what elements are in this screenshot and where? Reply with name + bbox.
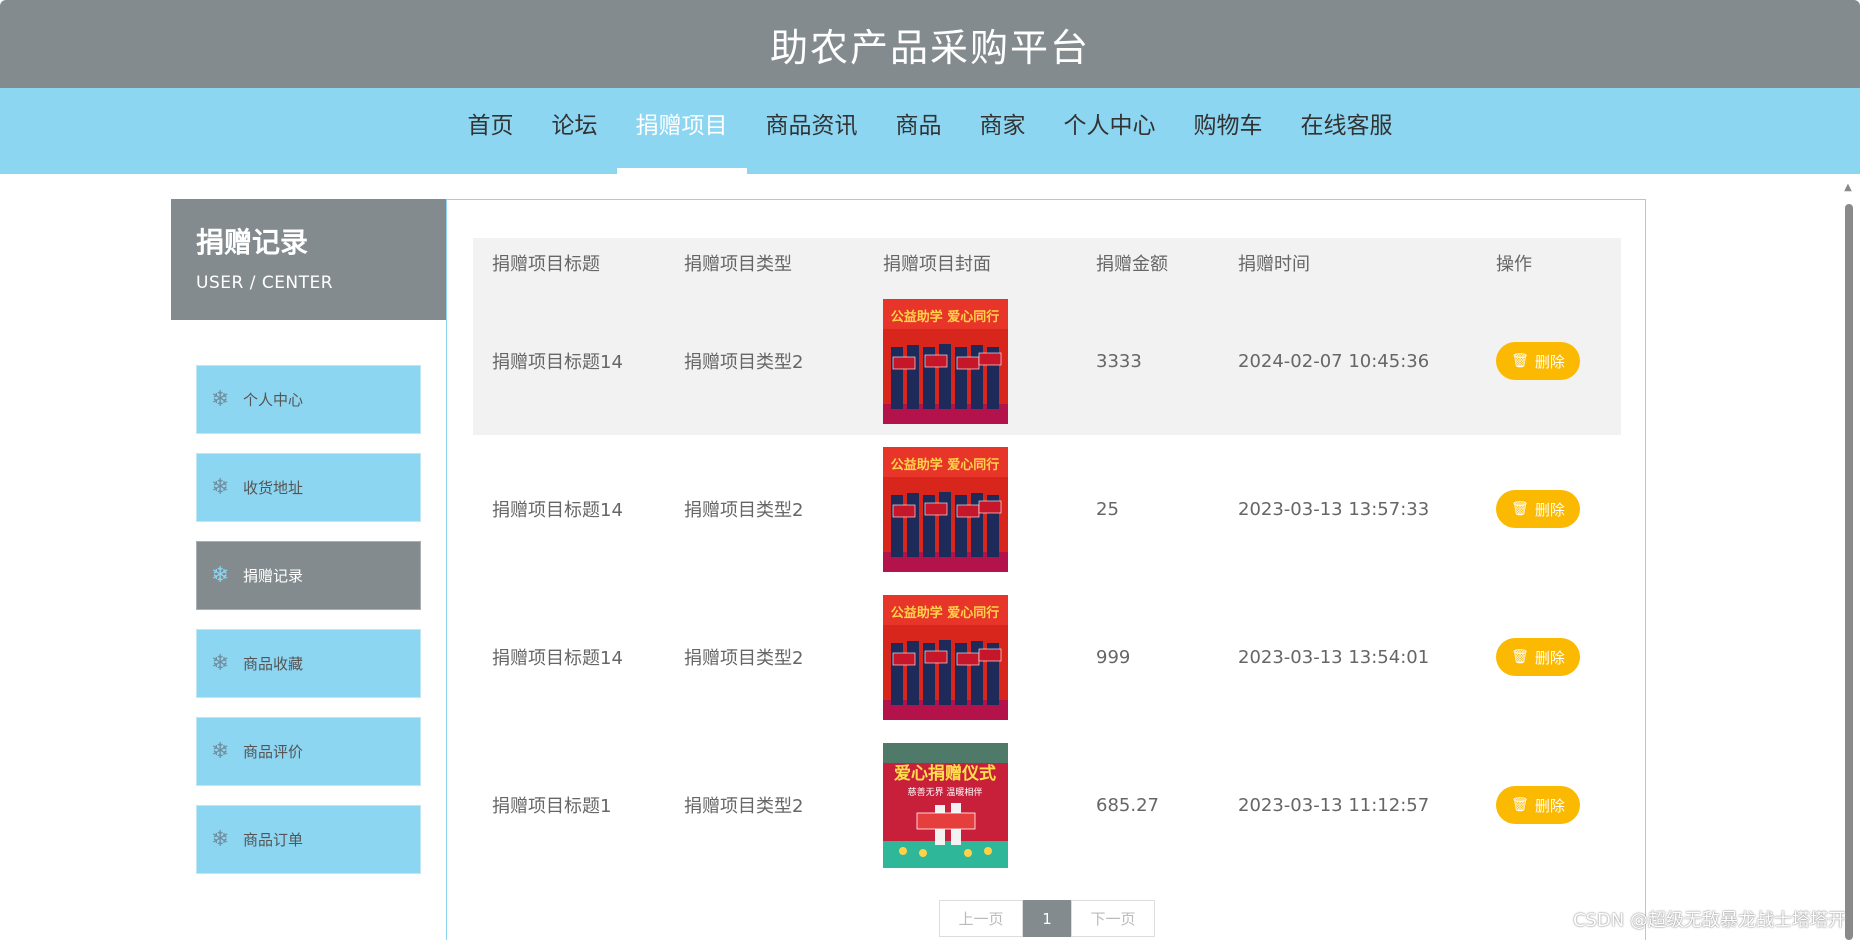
cover-banner-text: 爱心捐赠仪式 xyxy=(894,763,996,784)
nav-item-cart[interactable]: 购物车 xyxy=(1175,88,1282,174)
trash-icon: 🗑 xyxy=(1511,353,1529,369)
cell-time: 2023-03-13 11:12:57 xyxy=(1238,794,1430,816)
sidebar-item-label: 收货地址 xyxy=(243,479,304,497)
sidebar-header: 捐赠记录 USER / CENTER xyxy=(171,199,446,320)
cell-type: 捐赠项目类型2 xyxy=(684,352,804,373)
sidebar-menu: ❄ 个人中心 ❄ 收货地址 ❄ 捐赠记录 ❄ 商品收藏 ❄ 商品评价 ❄ 商品订… xyxy=(196,365,421,893)
table-header: 捐赠项目标题 捐赠项目类型 捐赠项目封面 捐赠金额 捐赠时间 操作 xyxy=(473,238,1621,287)
cell-amount: 999 xyxy=(1096,646,1131,668)
nav-item-products[interactable]: 商品 xyxy=(877,88,961,174)
snowflake-icon: ❄ xyxy=(211,651,230,676)
page-number-current[interactable]: 1 xyxy=(1023,900,1071,937)
sidebar-item-label: 商品评价 xyxy=(243,743,304,761)
donation-cover-image[interactable]: 爱心捐赠仪式 慈善无界 温暖相伴 xyxy=(883,742,1008,868)
donation-cover-image[interactable]: 公益助学 爱心同行 xyxy=(883,298,1008,424)
snowflake-icon: ❄ xyxy=(211,739,230,764)
delete-button[interactable]: 🗑 删除 xyxy=(1496,638,1580,676)
sidebar-subtitle: USER / CENTER xyxy=(196,273,334,293)
snowflake-icon: ❄ xyxy=(211,827,230,852)
cell-time: 2023-03-13 13:57:33 xyxy=(1238,498,1430,520)
cell-amount: 3333 xyxy=(1096,350,1142,372)
donation-records-panel: 捐赠项目标题 捐赠项目类型 捐赠项目封面 捐赠金额 捐赠时间 操作 捐赠项目标题… xyxy=(446,199,1646,940)
nav-item-user-center[interactable]: 个人中心 xyxy=(1045,88,1175,174)
sidebar-item-label: 个人中心 xyxy=(243,391,304,409)
sidebar-item-donation-records[interactable]: ❄ 捐赠记录 xyxy=(196,541,421,610)
cell-title: 捐赠项目标题1 xyxy=(492,796,612,817)
column-header-actions: 操作 xyxy=(1496,253,1532,275)
table-row: 捐赠项目标题14 捐赠项目类型2 公益助学 爱心同行 xyxy=(473,583,1621,731)
sidebar-item-label: 商品订单 xyxy=(243,831,304,849)
donation-table: 捐赠项目标题 捐赠项目类型 捐赠项目封面 捐赠金额 捐赠时间 操作 捐赠项目标题… xyxy=(473,238,1621,879)
trash-icon: 🗑 xyxy=(1511,501,1529,517)
site-title: 助农产品采购平台 xyxy=(769,25,1090,70)
column-header-type: 捐赠项目类型 xyxy=(684,253,792,275)
nav-item-merchants[interactable]: 商家 xyxy=(961,88,1045,174)
nav-item-home[interactable]: 首页 xyxy=(449,88,533,174)
scrollbar-thumb[interactable] xyxy=(1845,204,1853,940)
delete-button-label: 删除 xyxy=(1534,500,1565,519)
cell-amount: 25 xyxy=(1096,498,1119,520)
column-header-time: 捐赠时间 xyxy=(1238,253,1310,275)
watermark: CSDN @超级无敌暴龙战士塔塔开 xyxy=(1572,910,1846,931)
sidebar-item-reviews[interactable]: ❄ 商品评价 xyxy=(196,717,421,786)
sidebar-item-favorites[interactable]: ❄ 商品收藏 xyxy=(196,629,421,698)
column-header-amount: 捐赠金额 xyxy=(1096,253,1168,275)
cell-type: 捐赠项目类型2 xyxy=(684,500,804,521)
snowflake-icon: ❄ xyxy=(211,475,230,500)
snowflake-icon: ❄ xyxy=(211,563,230,588)
scroll-up-arrow-icon[interactable]: ▲ xyxy=(1842,182,1854,193)
sidebar-item-user-center[interactable]: ❄ 个人中心 xyxy=(196,365,421,434)
column-header-cover: 捐赠项目封面 xyxy=(883,253,991,275)
nav-item-forum[interactable]: 论坛 xyxy=(533,88,617,174)
cell-title: 捐赠项目标题14 xyxy=(492,352,623,373)
nav-item-donation-projects[interactable]: 捐赠项目 xyxy=(616,88,747,174)
snowflake-icon: ❄ xyxy=(211,387,230,412)
delete-button[interactable]: 🗑 删除 xyxy=(1496,342,1580,380)
prev-page-button[interactable]: 上一页 xyxy=(939,900,1023,937)
table-row: 捐赠项目标题14 捐赠项目类型2 公益助学 爱心同行 xyxy=(473,287,1621,435)
delete-button-label: 删除 xyxy=(1534,796,1565,815)
cover-subtitle-text: 慈善无界 温暖相伴 xyxy=(908,786,983,798)
sidebar-title: 捐赠记录 xyxy=(196,226,309,259)
delete-button[interactable]: 🗑 删除 xyxy=(1496,490,1580,528)
cell-title: 捐赠项目标题14 xyxy=(492,648,623,669)
cover-banner-text: 公益助学 爱心同行 xyxy=(891,605,1000,621)
cover-banner-text: 公益助学 爱心同行 xyxy=(891,309,1000,325)
pagination: 上一页 1 下一页 xyxy=(939,900,1155,937)
table-row: 捐赠项目标题14 捐赠项目类型2 公益助学 爱心同行 xyxy=(473,435,1621,583)
cell-time: 2024-02-07 10:45:36 xyxy=(1238,350,1430,372)
sidebar-item-shipping-address[interactable]: ❄ 收货地址 xyxy=(196,453,421,522)
sidebar-item-label: 捐赠记录 xyxy=(243,567,304,585)
nav-item-customer-service[interactable]: 在线客服 xyxy=(1282,88,1412,174)
cell-type: 捐赠项目类型2 xyxy=(684,796,804,817)
sidebar-item-label: 商品收藏 xyxy=(243,655,304,673)
donation-cover-image[interactable]: 公益助学 爱心同行 xyxy=(883,594,1008,720)
cell-time: 2023-03-13 13:54:01 xyxy=(1238,646,1430,668)
main-nav: 首页 论坛 捐赠项目 商品资讯 商品 商家 个人中心 购物车 在线客服 xyxy=(0,88,1860,174)
trash-icon: 🗑 xyxy=(1511,797,1529,813)
nav-list: 首页 论坛 捐赠项目 商品资讯 商品 商家 个人中心 购物车 在线客服 xyxy=(0,88,1860,174)
column-header-title: 捐赠项目标题 xyxy=(492,253,600,275)
table-row: 捐赠项目标题1 捐赠项目类型2 爱心捐赠仪式 慈善无界 温暖相伴 685.27 … xyxy=(473,731,1621,879)
delete-button-label: 删除 xyxy=(1534,352,1565,371)
title-bar: 助农产品采购平台 xyxy=(0,0,1860,88)
cell-title: 捐赠项目标题14 xyxy=(492,500,623,521)
next-page-button[interactable]: 下一页 xyxy=(1071,900,1155,937)
cell-amount: 685.27 xyxy=(1096,794,1159,816)
nav-item-product-news[interactable]: 商品资讯 xyxy=(747,88,877,174)
cell-type: 捐赠项目类型2 xyxy=(684,648,804,669)
trash-icon: 🗑 xyxy=(1511,649,1529,665)
sidebar-item-orders[interactable]: ❄ 商品订单 xyxy=(196,805,421,874)
delete-button[interactable]: 🗑 删除 xyxy=(1496,786,1580,824)
donation-cover-image[interactable]: 公益助学 爱心同行 xyxy=(883,446,1008,572)
cover-banner-text: 公益助学 爱心同行 xyxy=(891,457,1000,473)
delete-button-label: 删除 xyxy=(1534,648,1565,667)
